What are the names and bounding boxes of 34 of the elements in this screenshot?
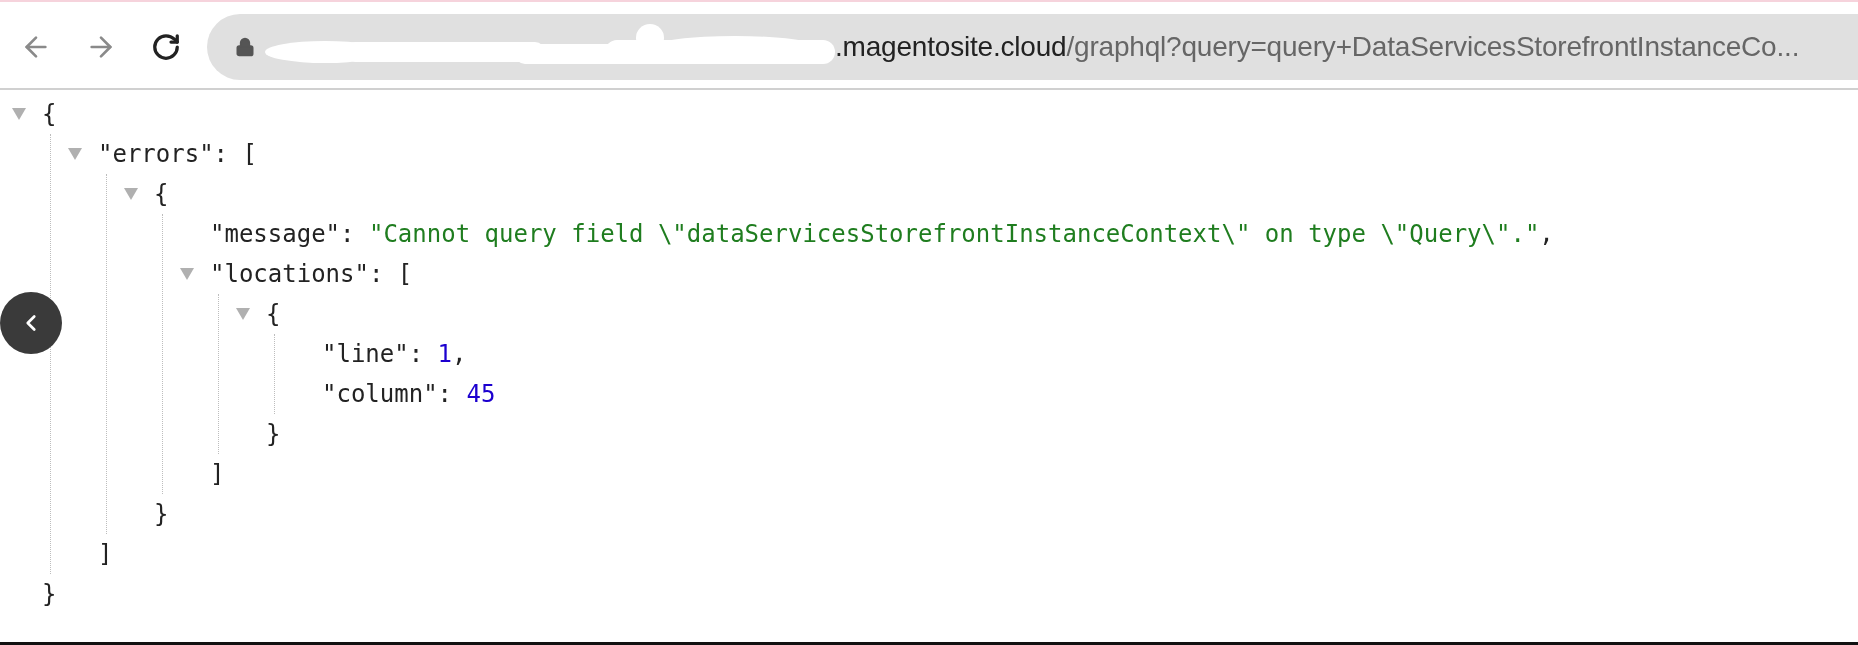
url-text: .magentosite.cloud/graphql?query=query+DataServicesStorefrontInstanceCo... — [835, 31, 1800, 63]
json-number-value: 1 — [437, 340, 453, 368]
json-key: "errors" — [98, 140, 214, 168]
json-colon: : — [368, 260, 384, 288]
triangle-icon[interactable] — [180, 268, 194, 280]
json-comma: , — [452, 340, 467, 368]
json-number-value: 45 — [466, 380, 496, 408]
json-bracket: [ — [242, 140, 257, 168]
json-bracket: { — [42, 100, 57, 128]
json-bracket: ] — [210, 460, 225, 488]
json-key: "line" — [322, 340, 409, 368]
triangle-icon[interactable] — [68, 148, 82, 160]
lock-icon — [235, 37, 255, 57]
json-bracket: [ — [397, 260, 413, 288]
json-key: "locations" — [210, 260, 369, 288]
json-bracket: } — [154, 500, 169, 528]
json-bracket: { — [266, 300, 281, 328]
triangle-icon[interactable] — [236, 308, 250, 320]
reload-icon — [151, 32, 181, 62]
triangle-icon[interactable] — [124, 188, 138, 200]
json-bracket: ] — [98, 540, 113, 568]
json-colon: : — [213, 140, 229, 168]
json-bracket: } — [266, 420, 281, 448]
json-bracket: { — [154, 180, 169, 208]
json-key: "column" — [322, 380, 438, 408]
json-colon: : — [340, 220, 355, 248]
json-key: "message" — [210, 220, 341, 248]
address-bar[interactable]: .magentosite.cloud/graphql?query=query+DataServicesStorefrontInstanceCo... — [207, 14, 1858, 80]
json-string-value: "Cannot query field \"dataServicesStorefrontInstanceContext\" on type \"Query\"." — [368, 220, 1540, 248]
json-comma: , — [1539, 220, 1554, 248]
triangle-icon[interactable] — [12, 108, 26, 120]
json-colon: : — [408, 340, 424, 368]
json-colon: : — [437, 380, 453, 408]
json-bracket: } — [42, 580, 57, 608]
